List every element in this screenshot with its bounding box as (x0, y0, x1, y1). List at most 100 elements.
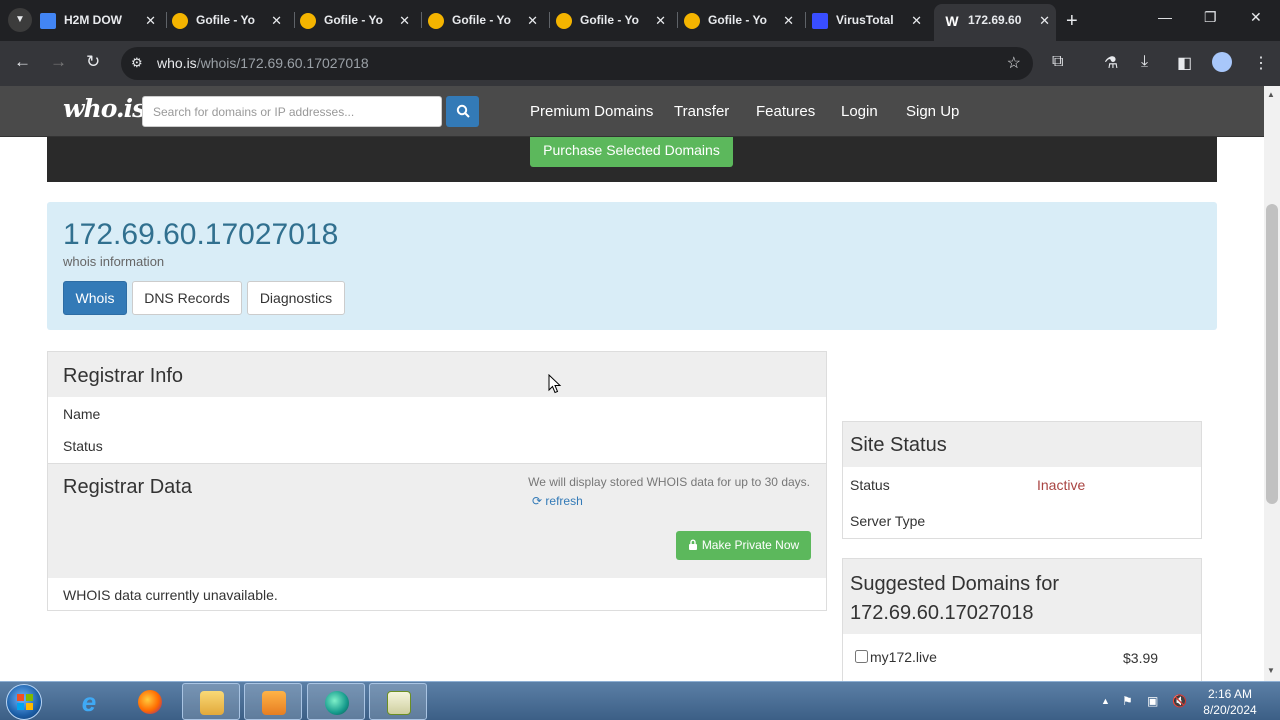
registrar-info-header: Registrar Info (48, 352, 826, 397)
site-header: who.is Premium Domains Transfer Features… (0, 86, 1264, 137)
gofile-icon (172, 12, 188, 29)
new-tab-icon[interactable]: + (1066, 10, 1078, 33)
firefox-icon (138, 690, 162, 714)
tab-h2m[interactable]: H2M DOW ✕ (40, 6, 162, 35)
whois-w-icon: W (945, 12, 959, 29)
gofile-icon (556, 12, 572, 29)
download-icon[interactable]: ⤓ (1141, 53, 1148, 71)
search-button[interactable] (446, 96, 479, 127)
tab-dns-records[interactable]: DNS Records (132, 281, 242, 315)
back-arrow-icon[interactable]: ← (14, 52, 31, 72)
tab-close-icon[interactable]: ✕ (911, 6, 922, 35)
tab-gofile-5[interactable]: Gofile - Yo ✕ (684, 6, 800, 35)
nav-sign-up[interactable]: Sign Up (906, 103, 959, 120)
tab-diagnostics[interactable]: Diagnostics (247, 281, 345, 315)
tab-whois[interactable]: Whois (63, 281, 127, 315)
address-bar[interactable]: ⚙ who.is/whois/172.69.60.17027018 ☆ (121, 47, 1033, 80)
tab-close-icon[interactable]: ✕ (783, 6, 794, 35)
tab-close-icon[interactable]: ✕ (527, 6, 538, 35)
forward-arrow-icon[interactable]: → (50, 52, 67, 72)
taskbar-explorer[interactable] (182, 683, 240, 720)
gofile-icon (300, 12, 316, 29)
network-icon[interactable]: ▣ (1147, 694, 1158, 708)
whois-storage-note: We will display stored WHOIS data for up… (528, 475, 810, 489)
tab-close-icon[interactable]: ✕ (145, 6, 156, 35)
tab-divider (166, 12, 167, 28)
tab-close-icon[interactable]: ✕ (399, 6, 410, 35)
media-player-icon (262, 691, 286, 715)
tab-divider (294, 12, 295, 28)
scroll-down-icon[interactable]: ▼ (1267, 666, 1275, 675)
tab-divider (421, 12, 422, 28)
reload-icon[interactable]: ↻ (86, 52, 100, 72)
tab-divider (805, 12, 806, 28)
gofile-icon (428, 12, 444, 29)
url-text[interactable]: who.is/whois/172.69.60.17027018 (157, 55, 369, 71)
tray-expand-icon[interactable]: ▲ (1101, 696, 1110, 706)
tab-close-icon[interactable]: ✕ (271, 6, 282, 35)
mouse-cursor-icon (548, 374, 562, 394)
taskbar-firefox[interactable] (121, 683, 179, 720)
taskbar-clock[interactable]: 2:16 AM 8/20/2024 (1198, 686, 1262, 718)
registrar-panel: Registrar Info Name Status Registrar Dat… (47, 351, 827, 611)
tab-search-chevron-icon[interactable]: ▼ (8, 8, 32, 32)
search-icon (456, 104, 470, 118)
internet-explorer-icon: e (81, 687, 97, 717)
browser-tab-strip: ▼ H2M DOW ✕ Gofile - Yo ✕ Gofile - Yo ✕ … (0, 0, 1280, 41)
folder-icon (200, 691, 224, 715)
tab-whois-active[interactable]: W 172.69.60 ✕ (934, 4, 1056, 41)
browser-menu-icon[interactable]: ⋮ (1253, 53, 1269, 73)
taskbar-ie[interactable]: e (60, 683, 118, 720)
domain-search-input[interactable] (142, 96, 442, 127)
site-status-panel: Site Status Status Inactive Server Type (842, 421, 1202, 539)
site-status-header: Site Status (843, 422, 1201, 467)
taskbar-media-player[interactable] (244, 683, 302, 720)
volume-muted-icon[interactable]: 🔇 (1172, 694, 1187, 708)
tab-close-icon[interactable]: ✕ (1039, 4, 1050, 37)
lock-icon (688, 539, 697, 550)
gofile-icon (684, 12, 700, 29)
tab-gofile-3[interactable]: Gofile - Yo ✕ (428, 6, 544, 35)
nav-premium-domains[interactable]: Premium Domains (530, 103, 653, 120)
action-center-flag-icon[interactable]: ⚑ (1122, 694, 1133, 708)
scroll-thumb[interactable] (1266, 204, 1278, 504)
labs-flask-icon[interactable]: ⚗ (1104, 53, 1118, 73)
tab-gofile-2[interactable]: Gofile - Yo ✕ (300, 6, 416, 35)
tab-divider (677, 12, 678, 28)
window-close-icon[interactable]: ✕ (1250, 9, 1262, 26)
ip-info-panel: 172.69.60.17027018 whois information Who… (47, 202, 1217, 330)
restore-icon[interactable]: ❐ (1204, 9, 1217, 26)
side-panel-icon[interactable]: ◧ (1177, 53, 1192, 73)
tab-gofile-4[interactable]: Gofile - Yo ✕ (556, 6, 672, 35)
refresh-icon: ⟳ (532, 494, 543, 508)
nav-features[interactable]: Features (756, 103, 815, 120)
page-scrollbar[interactable]: ▲ ▼ (1264, 86, 1280, 681)
purchase-selected-domains-button[interactable]: Purchase Selected Domains (530, 137, 733, 167)
taskbar-chrome-app[interactable] (307, 683, 365, 720)
windows-logo-icon (17, 694, 33, 710)
tab-close-icon[interactable]: ✕ (655, 6, 666, 35)
tab-gofile-1[interactable]: Gofile - Yo ✕ (172, 6, 288, 35)
site-info-icon[interactable]: ⚙ (131, 55, 143, 71)
domain-checkbox[interactable] (855, 650, 868, 663)
whois-unavailable-text: WHOIS data currently unavailable. (63, 587, 278, 603)
list-item[interactable]: my172.live (855, 649, 937, 665)
status-label: Status (850, 477, 890, 493)
registrar-status-label: Status (63, 438, 103, 454)
nav-login[interactable]: Login (841, 103, 878, 120)
profile-avatar-icon[interactable] (1212, 52, 1232, 72)
suggested-domains-panel: Suggested Domains for 172.69.60.17027018… (842, 558, 1202, 688)
taskbar-task-manager[interactable] (369, 683, 427, 720)
minimize-icon[interactable]: — (1158, 9, 1172, 25)
nav-transfer[interactable]: Transfer (674, 103, 729, 120)
whois-logo[interactable]: who.is (63, 94, 146, 123)
extensions-icon[interactable]: ⧉ (1052, 53, 1063, 71)
start-button[interactable] (6, 684, 42, 720)
status-value: Inactive (1037, 477, 1086, 493)
refresh-link[interactable]: ⟳ refresh (532, 494, 583, 508)
scroll-up-icon[interactable]: ▲ (1267, 90, 1275, 99)
bookmark-star-icon[interactable]: ☆ (1007, 53, 1021, 73)
tab-virustotal[interactable]: VirusTotal ✕ (812, 6, 928, 35)
server-type-label: Server Type (850, 513, 926, 529)
make-private-now-button[interactable]: Make Private Now (676, 531, 811, 560)
